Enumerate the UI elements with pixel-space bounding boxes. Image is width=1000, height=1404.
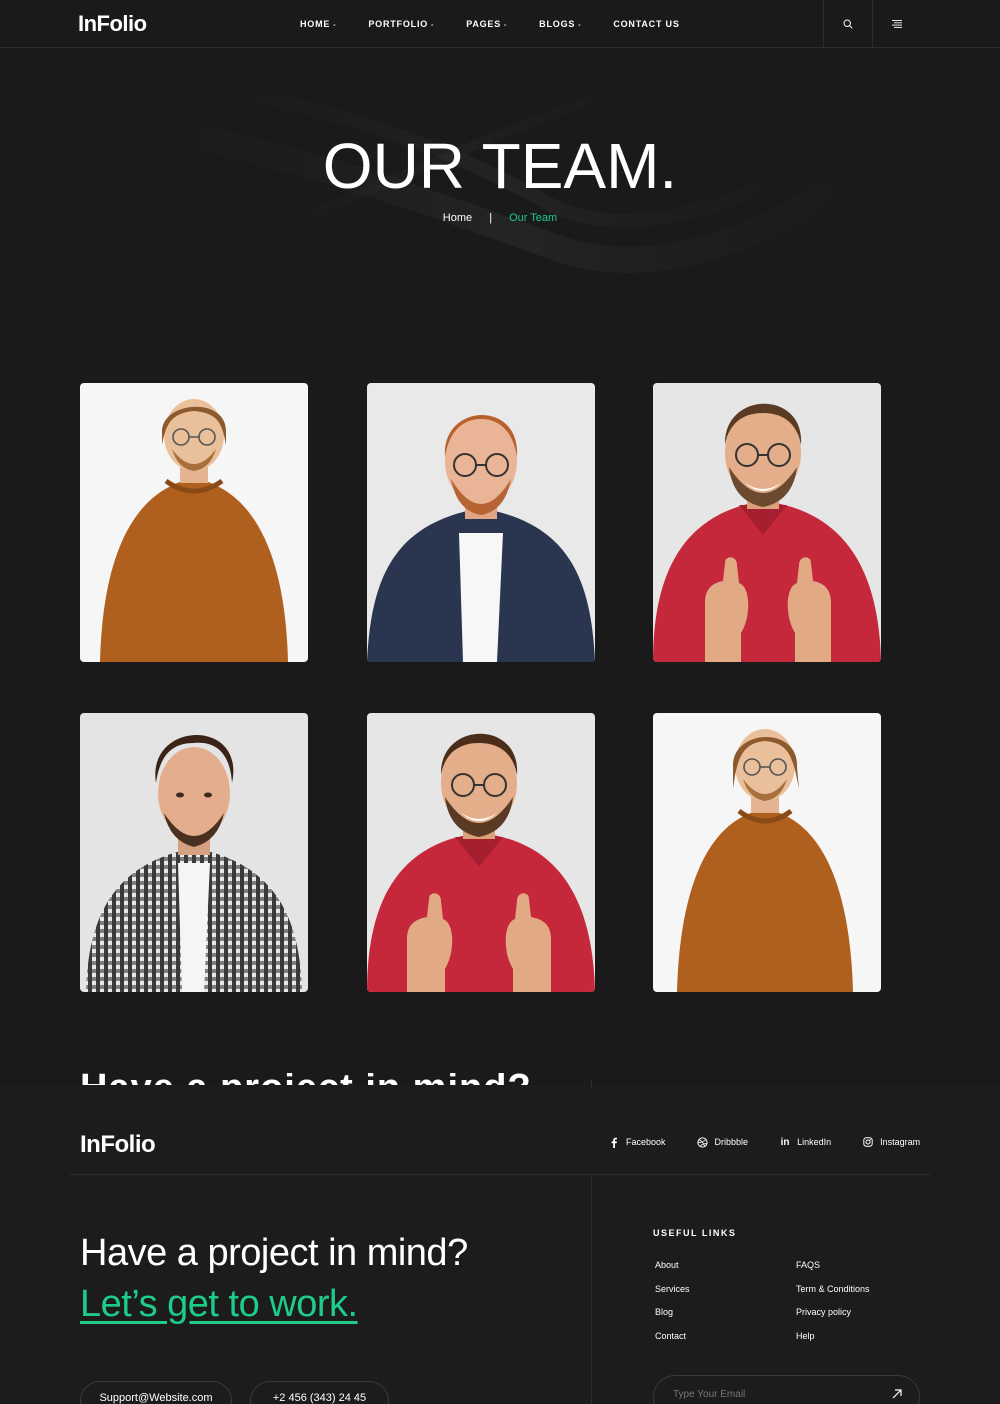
team-member-card[interactable] (80, 713, 308, 992)
useful-links-title: USEFUL LINKS (653, 1228, 737, 1238)
chevron-down-icon: - (431, 22, 435, 29)
breadcrumb-separator: | (489, 212, 493, 224)
social-dribbble-label: Dribbble (714, 1137, 749, 1147)
social-linkedin[interactable]: in LinkedIn (779, 1136, 831, 1148)
dribbble-icon (697, 1136, 709, 1148)
newsletter-form (653, 1375, 920, 1404)
team-member-photo (653, 713, 881, 992)
team-member-photo (80, 713, 308, 992)
footer-link-help[interactable]: Help (796, 1331, 870, 1355)
divider (591, 1080, 592, 1088)
instagram-icon (862, 1136, 874, 1148)
footer-link-terms[interactable]: Term & Conditions (796, 1284, 870, 1308)
cta-link[interactable]: Let’s get to work. (80, 1283, 358, 1326)
nav-portfolio[interactable]: PORTFOLIO - (368, 19, 434, 29)
nav-portfolio-label: PORTFOLIO (368, 19, 429, 29)
linkedin-icon: in (780, 1136, 790, 1148)
newsletter-email-input[interactable] (673, 1384, 873, 1404)
footer-link-about[interactable]: About (655, 1260, 690, 1284)
social-instagram-label: Instagram (880, 1137, 921, 1147)
nav-pages[interactable]: PAGES - (466, 19, 507, 29)
arrow-up-right-icon[interactable] (890, 1387, 904, 1401)
nav-contact-label: CONTACT US (613, 19, 680, 29)
footer-link-services[interactable]: Services (655, 1284, 690, 1308)
nav-blogs[interactable]: BLOGS - (539, 19, 581, 29)
social-links: Facebook Dribbble in LinkedIn Instagram (608, 1136, 951, 1148)
main-nav: HOME - PORTFOLIO - PAGES - BLOGS - CONTACT U… (300, 0, 712, 48)
footer-link-faqs[interactable]: FAQS (796, 1260, 870, 1284)
nav-pages-label: PAGES (466, 19, 502, 29)
social-facebook-label: Facebook (626, 1137, 666, 1147)
social-instagram[interactable]: Instagram (862, 1136, 920, 1148)
team-member-card[interactable] (80, 383, 308, 662)
divider (70, 1174, 930, 1175)
nav-home-label: HOME (300, 19, 331, 29)
team-member-photo (367, 713, 595, 992)
team-member-photo (653, 383, 881, 662)
footer-link-blog[interactable]: Blog (655, 1307, 690, 1331)
nav-contact-us[interactable]: CONTACT US (613, 19, 679, 29)
page-title: OUR TEAM. (322, 130, 678, 202)
site-header: InFolio HOME - PORTFOLIO - PAGES - BLOGS - C… (0, 0, 1000, 48)
chevron-down-icon: - (578, 22, 582, 29)
team-member-photo (80, 383, 308, 662)
search-button[interactable] (823, 0, 872, 48)
email-contact-button[interactable]: Support@Website.com (80, 1381, 232, 1404)
divider (591, 1175, 592, 1404)
facebook-icon (608, 1136, 620, 1148)
chevron-down-icon: - (504, 22, 508, 29)
search-icon (843, 19, 853, 29)
team-member-card[interactable] (367, 383, 595, 662)
breadcrumb-home-link[interactable]: Home (443, 212, 472, 224)
breadcrumb-current: Our Team (509, 212, 558, 224)
footer-logo[interactable]: InFolio (80, 1131, 156, 1159)
team-member-card[interactable] (653, 383, 881, 662)
team-member-photo (367, 383, 595, 662)
footer-link-contact[interactable]: Contact (655, 1331, 690, 1355)
nav-blogs-label: BLOGS (539, 19, 576, 29)
team-member-card[interactable] (367, 713, 595, 992)
social-dribbble[interactable]: Dribbble (697, 1136, 749, 1148)
menu-icon (892, 20, 902, 28)
nav-home[interactable]: HOME - (300, 19, 336, 29)
page-hero: OUR TEAM. Home | Our Team (0, 49, 1000, 349)
phone-contact-button[interactable]: +2 456 (343) 24 45 (250, 1381, 389, 1404)
useful-links-col-1: About Services Blog Contact (655, 1260, 690, 1354)
useful-links-col-2: FAQS Term & Conditions Privacy policy He… (796, 1260, 870, 1354)
footer-link-privacy[interactable]: Privacy policy (796, 1307, 870, 1331)
social-linkedin-label: LinkedIn (797, 1137, 832, 1147)
menu-button[interactable] (872, 0, 921, 48)
team-member-card[interactable] (653, 713, 881, 992)
social-facebook[interactable]: Facebook (608, 1136, 666, 1148)
breadcrumb: Home | Our Team (0, 212, 1000, 224)
cta-heading: Have a project in mind? (80, 1232, 468, 1274)
chevron-down-icon: - (333, 22, 337, 29)
logo[interactable]: InFolio (78, 11, 147, 37)
